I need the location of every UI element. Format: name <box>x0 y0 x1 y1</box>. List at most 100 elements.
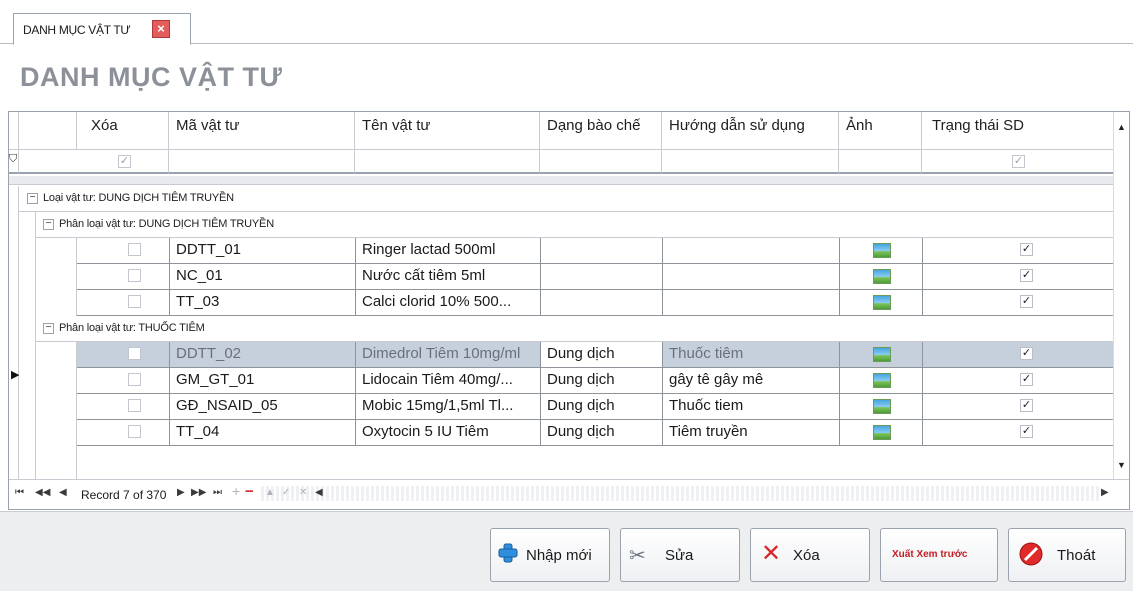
image-icon[interactable] <box>873 347 891 362</box>
cell-trang-thai: ✓ <box>922 420 1113 445</box>
append-icon[interactable]: + <box>232 483 240 499</box>
tab-danh-muc-vat-tu[interactable]: DANH MỤC VẬT TƯ × <box>13 13 191 45</box>
filter-xoa[interactable]: ✓ <box>19 150 169 174</box>
cell-trang-thai: ✓ <box>922 368 1113 393</box>
row-delete-checkbox[interactable] <box>128 243 141 256</box>
row-delete-checkbox[interactable] <box>128 269 141 282</box>
image-icon[interactable] <box>873 399 891 414</box>
header-anh[interactable]: Ảnh <box>839 112 922 150</box>
add-new-button[interactable]: Nhập mới <box>490 528 610 582</box>
delete-record-icon[interactable]: − <box>245 483 254 500</box>
filter-row-indicator: ⛉ <box>9 150 19 174</box>
status-checkbox[interactable]: ✓ <box>1020 269 1033 282</box>
status-checkbox[interactable]: ✓ <box>1020 243 1033 256</box>
table-row[interactable]: DDTT_01 Ringer lactad 500ml ✓ <box>77 238 1113 264</box>
row-delete-checkbox[interactable] <box>128 425 141 438</box>
cell-huong: Thuốc tiêm <box>662 342 839 367</box>
filter-xoa-checkbox[interactable]: ✓ <box>118 155 131 168</box>
delete-button[interactable]: ✕ Xóa <box>750 528 870 582</box>
header-xoa[interactable]: Xóa <box>77 112 169 150</box>
scroll-left-icon[interactable]: ◀ <box>315 487 323 498</box>
table-row[interactable]: TT_04 Oxytocin 5 IU Tiêm Dung dịch Tiêm … <box>77 420 1113 446</box>
filter-trang-thai-checkbox[interactable]: ✓ <box>1012 155 1025 168</box>
table-row[interactable]: TT_03 Calci clorid 10% 500... ✓ <box>77 290 1113 316</box>
filter-icon: ⛉ <box>9 153 18 165</box>
preview-label: Xuất Xem trước <box>892 549 968 560</box>
next-record-icon[interactable]: ▶ <box>177 487 185 498</box>
image-icon[interactable] <box>873 295 891 310</box>
row-delete-checkbox[interactable] <box>128 347 141 360</box>
horizontal-scrollbar[interactable] <box>261 486 1101 501</box>
filter-ten-vat-tu[interactable] <box>355 150 540 174</box>
cell-dang[interactable]: Dung dịch <box>540 342 662 367</box>
next-page-icon[interactable]: ▶▶ <box>191 487 206 498</box>
table-row-selected[interactable]: DDTT_02 Dimedrol Tiêm 10mg/ml Dung dịch … <box>77 342 1113 368</box>
group-row-phan-loai-2[interactable]: − Phân loại vật tư: THUỐC TIÊM <box>36 316 1113 342</box>
action-bar: Nhập mới ✂ Sửa ✕ Xóa Xuất Xem trước Thoá… <box>0 511 1133 591</box>
collapse-icon[interactable]: − <box>43 323 54 334</box>
delete-label: Xóa <box>793 547 820 564</box>
status-checkbox[interactable]: ✓ <box>1020 425 1033 438</box>
table-row[interactable]: GM_GT_01 Lidocain Tiêm 40mg/... Dung dịc… <box>77 368 1113 394</box>
scroll-right-icon[interactable]: ▶ <box>1101 487 1109 498</box>
table-row[interactable]: GĐ_NSAID_05 Mobic 15mg/1,5ml Tl... Dung … <box>77 394 1113 420</box>
preview-button[interactable]: Xuất Xem trước <box>880 528 998 582</box>
prev-record-icon[interactable]: ◀ <box>59 487 67 498</box>
cell-ten: Mobic 15mg/1,5ml Tl... <box>355 394 540 419</box>
filter-trang-thai[interactable]: ✓ <box>922 150 1113 174</box>
collapse-icon[interactable]: − <box>43 219 54 230</box>
collapse-icon[interactable]: − <box>27 193 38 204</box>
group-label: Phân loại vật tư: DUNG DỊCH TIÊM TRUYỀN <box>59 218 274 230</box>
tools-icon: ✂ <box>629 545 646 567</box>
filter-ma-vat-tu[interactable] <box>169 150 355 174</box>
image-icon[interactable] <box>873 373 891 388</box>
record-navigator: ⏮ ◀◀ ◀ Record 7 of 370 ▶ ▶▶ ⏭ + − ▲ ✓ ✕ … <box>9 479 1129 509</box>
group-row-loai[interactable]: − Loại vật tư: DUNG DỊCH TIÊM TRUYỀN <box>19 186 1113 212</box>
cell-dang: Dung dịch <box>540 394 662 419</box>
row-delete-checkbox[interactable] <box>128 373 141 386</box>
status-checkbox[interactable]: ✓ <box>1020 399 1033 412</box>
image-icon[interactable] <box>873 269 891 284</box>
first-page-icon[interactable]: ⏮ <box>15 487 24 498</box>
header-dang-bao-che[interactable]: Dạng bào chế <box>540 112 662 150</box>
prev-page-icon[interactable]: ◀◀ <box>35 487 50 498</box>
cell-ma: TT_04 <box>169 420 355 445</box>
row-indicator-column: ▶ <box>9 186 19 479</box>
cell-anh <box>839 420 922 445</box>
status-checkbox[interactable]: ✓ <box>1020 347 1033 360</box>
group-label: Loại vật tư: DUNG DỊCH TIÊM TRUYỀN <box>43 192 234 204</box>
exit-button[interactable]: Thoát <box>1008 528 1126 582</box>
row-delete-checkbox[interactable] <box>128 399 141 412</box>
image-icon[interactable] <box>873 243 891 258</box>
last-page-icon[interactable]: ⏭ <box>213 487 222 498</box>
filter-anh[interactable] <box>839 150 922 174</box>
filter-dang-bao-che[interactable] <box>540 150 662 174</box>
table-row[interactable]: NC_01 Nước cất tiêm 5ml ✓ <box>77 264 1113 290</box>
header-ma-vat-tu[interactable]: Mã vật tư <box>169 112 355 150</box>
status-checkbox[interactable]: ✓ <box>1020 295 1033 308</box>
filter-huong-dan[interactable] <box>662 150 839 174</box>
cell-xoa <box>77 238 169 263</box>
record-counter: Record 7 of 370 <box>81 488 167 502</box>
group-indent-2 <box>36 238 77 316</box>
scroll-down-icon[interactable]: ▼ <box>1117 460 1126 470</box>
vertical-scrollbar[interactable]: ▲ ▼ <box>1113 112 1129 479</box>
cancel-edit-icon[interactable]: ✕ <box>299 487 307 498</box>
cell-trang-thai: ✓ <box>922 290 1113 315</box>
cell-dang <box>540 290 662 315</box>
post-edit-icon[interactable]: ✓ <box>282 487 290 498</box>
scroll-up-icon[interactable]: ▲ <box>1117 122 1126 132</box>
group-row-phan-loai-1[interactable]: − Phân loại vật tư: DUNG DỊCH TIÊM TRUYỀ… <box>36 212 1113 238</box>
close-icon[interactable]: × <box>152 20 170 38</box>
row-delete-checkbox[interactable] <box>128 295 141 308</box>
header-trang-thai[interactable]: Trạng thái SD <box>922 112 1113 150</box>
image-icon[interactable] <box>873 425 891 440</box>
edit-icon[interactable]: ▲ <box>265 487 275 498</box>
header-huong-dan[interactable]: Hướng dẫn sử dụng <box>662 112 839 150</box>
edit-button[interactable]: ✂ Sửa <box>620 528 740 582</box>
status-checkbox[interactable]: ✓ <box>1020 373 1033 386</box>
cell-ma: GĐ_NSAID_05 <box>169 394 355 419</box>
header-ten-vat-tu[interactable]: Tên vật tư <box>355 112 540 150</box>
cell-xoa <box>77 290 169 315</box>
cell-xoa <box>77 368 169 393</box>
